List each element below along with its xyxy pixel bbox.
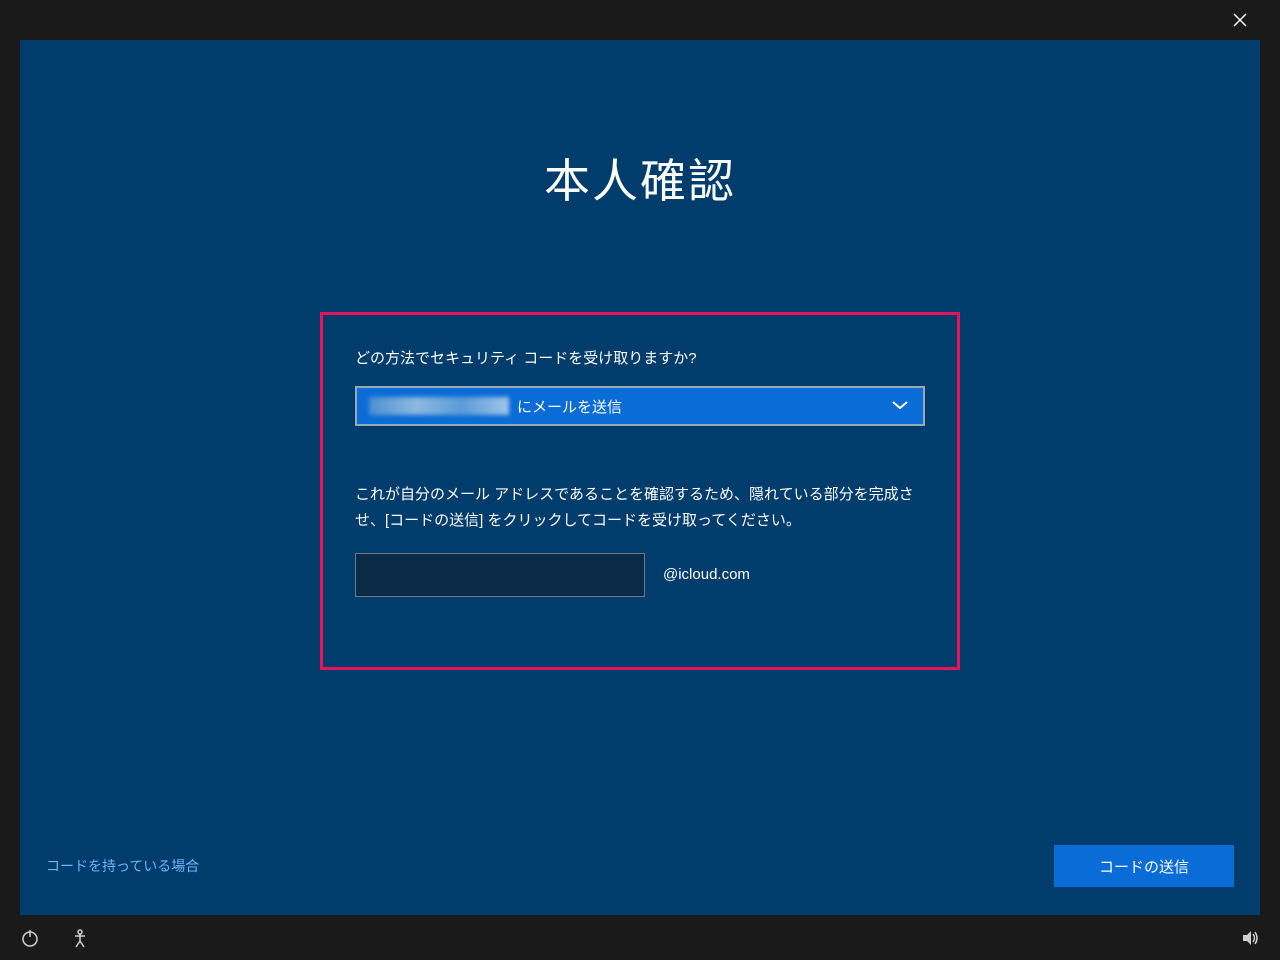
have-code-link[interactable]: コードを持っている場合 (46, 856, 199, 876)
volume-icon (1240, 928, 1260, 948)
masked-email (369, 397, 509, 415)
titlebar (0, 0, 1280, 40)
email-domain-label: @icloud.com (663, 566, 750, 583)
instruction-text: これが自分のメール アドレスであることを確認するため、隠れている部分を完成させ、… (355, 482, 925, 535)
power-icon (20, 928, 40, 948)
verification-form: どの方法でセキュリティ コードを受け取りますか? にメールを送信 これが自分のメ… (320, 312, 960, 670)
method-dropdown[interactable]: にメールを送信 (355, 386, 925, 426)
email-input[interactable] (355, 553, 645, 597)
dropdown-suffix: にメールを送信 (517, 396, 622, 417)
email-row: @icloud.com (355, 553, 925, 597)
volume-button[interactable] (1240, 928, 1260, 948)
send-code-button[interactable]: コードの送信 (1054, 845, 1234, 887)
main-area: 本人確認 どの方法でセキュリティ コードを受け取りますか? にメールを送信 これ… (20, 40, 1260, 915)
power-button[interactable] (20, 928, 40, 948)
bottombar (0, 915, 1280, 960)
accessibility-icon (70, 928, 90, 948)
method-prompt: どの方法でセキュリティ コードを受け取りますか? (355, 347, 925, 368)
chevron-down-icon (891, 397, 909, 415)
close-button[interactable] (1220, 0, 1260, 40)
footer-row: コードを持っている場合 コードの送信 (46, 845, 1234, 887)
close-icon (1233, 13, 1247, 27)
accessibility-button[interactable] (70, 928, 90, 948)
page-title: 本人確認 (20, 145, 1260, 211)
